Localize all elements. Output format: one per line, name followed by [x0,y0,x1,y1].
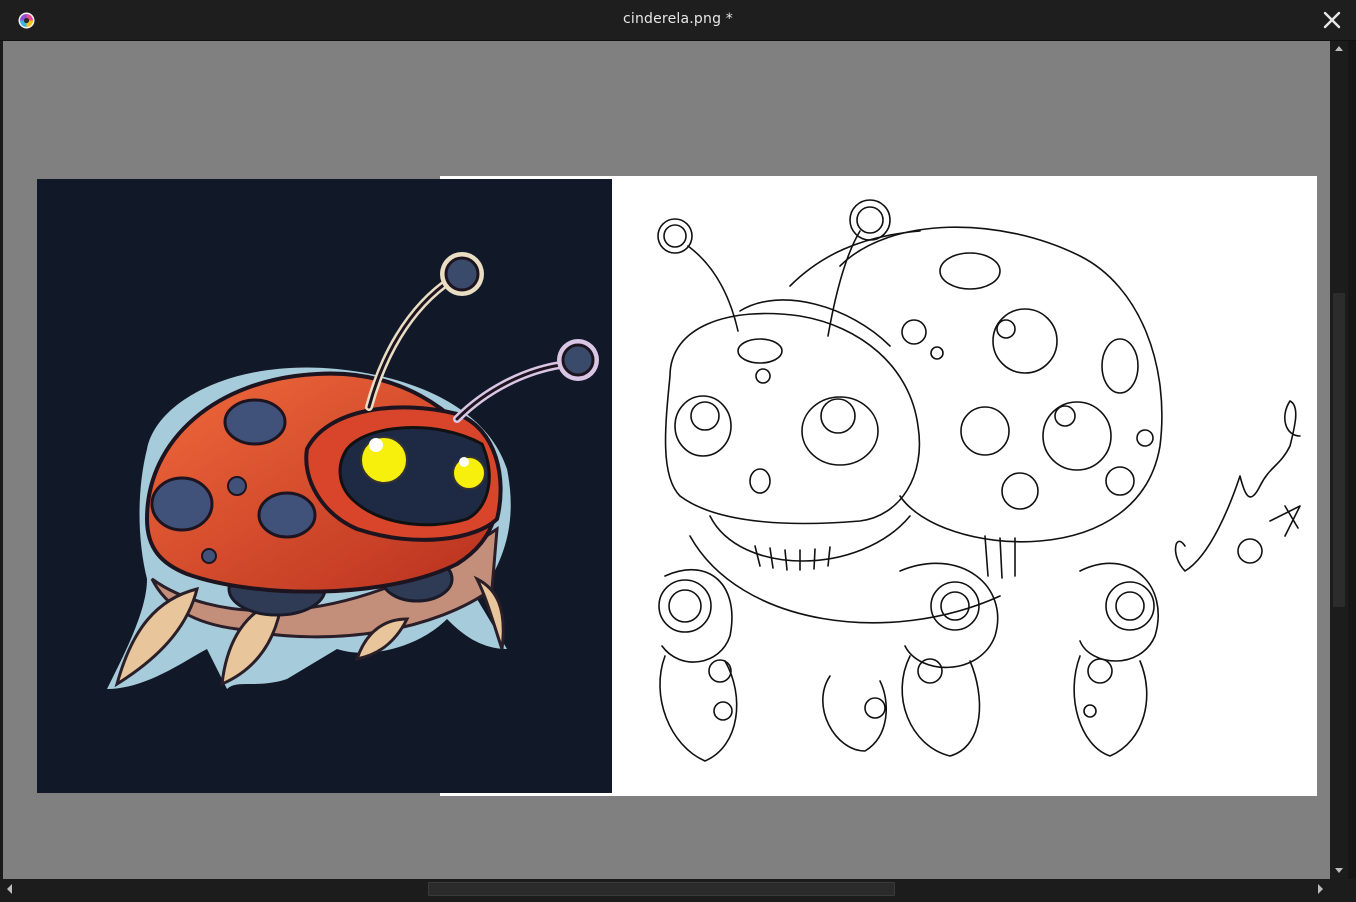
vertical-scrollbar-thumb[interactable] [1333,293,1345,607]
colored-ladybug-illustration [107,252,599,689]
scroll-down-arrow-icon[interactable] [1334,867,1344,875]
horizontal-scrollbar[interactable] [0,879,1356,902]
right-dock-edge [1348,41,1356,879]
canvas-area[interactable] [3,41,1330,879]
title-bar: cinderela.png * [0,0,1356,41]
scroll-right-arrow-icon[interactable] [1317,883,1325,895]
reference-image-ladybug [37,179,612,793]
scroll-up-arrow-icon[interactable] [1334,44,1344,52]
close-icon[interactable] [1322,10,1342,30]
window-title: cinderela.png * [622,11,734,27]
horizontal-scrollbar-thumb[interactable] [428,882,895,896]
vertical-scrollbar[interactable] [1330,41,1348,879]
scroll-left-arrow-icon[interactable] [5,883,13,895]
